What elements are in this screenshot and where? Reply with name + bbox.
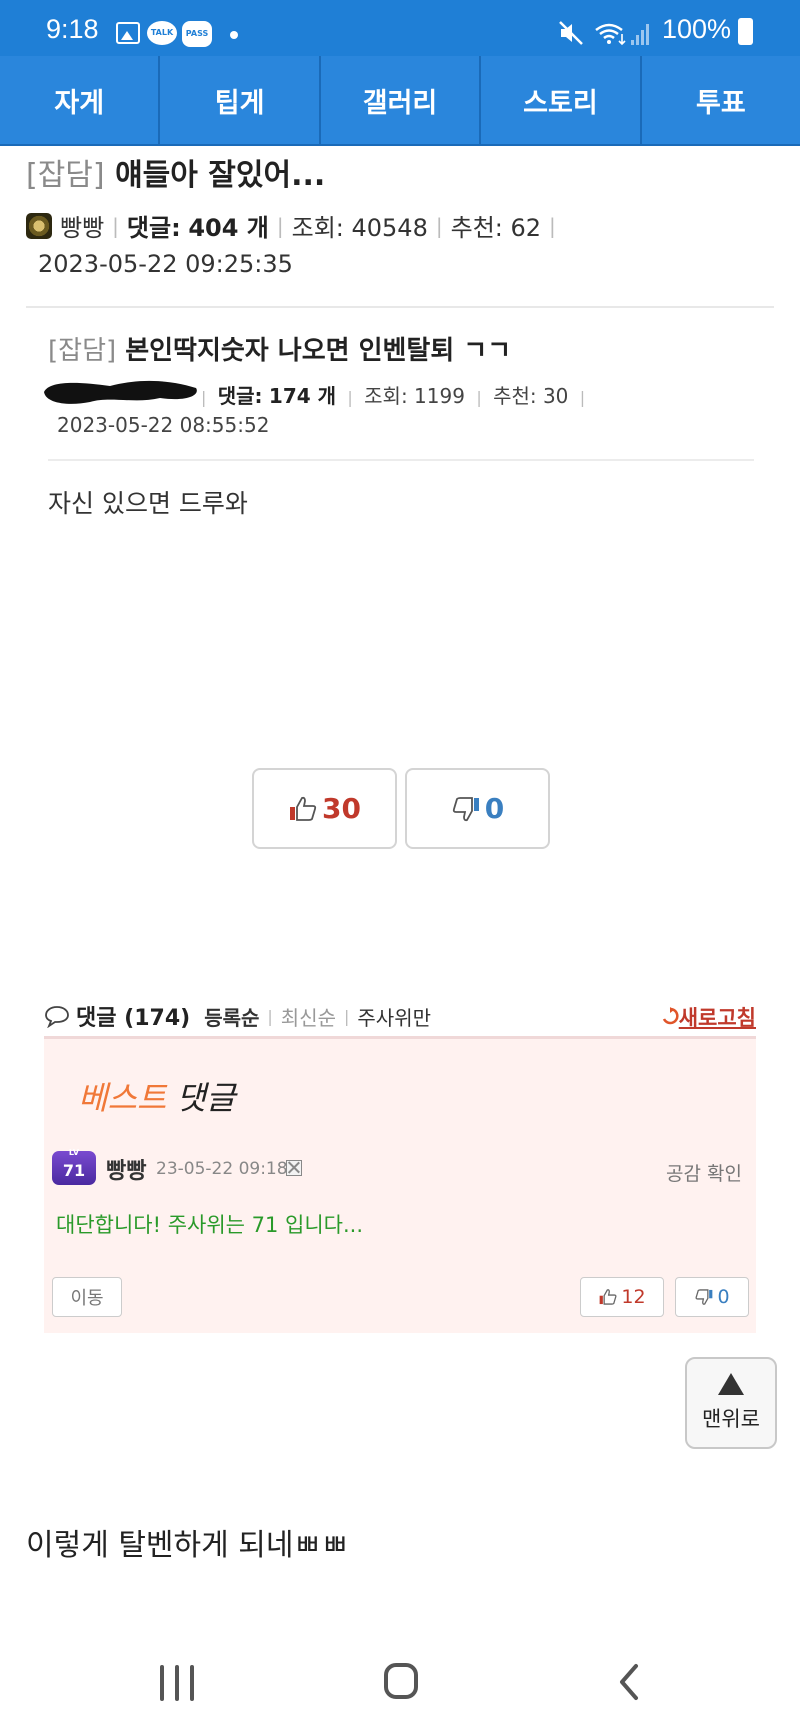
post-category: [잡담] — [26, 158, 105, 193]
comment-time: 23-05-22 09:18 — [156, 1159, 288, 1179]
wifi-icon — [595, 23, 626, 46]
thumbs-down-icon — [452, 796, 479, 821]
more-notifications-dot-icon — [230, 31, 238, 39]
best-comment-label: 베스트 댓글 — [78, 1073, 235, 1119]
thumbs-down-icon — [695, 1289, 713, 1305]
best-label-text: 댓글 — [176, 1079, 236, 1117]
battery-level: 100% — [662, 14, 732, 44]
quoted-post-title: [잡담] 본인딱지숫자 나오면 인벤탈퇴 ㄱㄱ — [48, 330, 511, 367]
post-recommend: 추천: 62 — [450, 214, 542, 242]
board-nav: 자게 팁게 갤러리 스토리 투표 — [0, 56, 800, 146]
status-bar: 9:18 TALK PASS 100% — [0, 0, 800, 56]
status-time: 9:18 — [46, 14, 99, 44]
quoted-post-body: 자신 있으면 드루와 — [48, 489, 248, 518]
redacted-author-scribble — [44, 380, 197, 404]
upvote-button[interactable]: 30 — [252, 768, 397, 849]
post-comments-label: 댓글: — [126, 214, 181, 242]
comment-upvote-count: 12 — [621, 1286, 646, 1308]
post-views: 조회: 40548 — [291, 214, 428, 242]
quoted-comments-label: 댓글: — [217, 384, 263, 408]
quoted-post-title-text: 본인딱지숫자 나오면 인벤탈퇴 ㄱㄱ — [125, 336, 512, 366]
post-title-text: 얘들아 잘있어... — [115, 158, 326, 193]
back-to-top-label: 맨위로 — [702, 1407, 760, 1431]
move-to-comment-button[interactable]: 이동 — [52, 1277, 122, 1317]
post-author[interactable]: 빵빵 — [60, 208, 104, 243]
post-meta: 빵빵 | 댓글: 404 개 | 조회: 40548 | 추천: 62 | — [26, 208, 564, 243]
caption-text: 이렇게 탈벤하게 되네ㅃㅃ — [26, 1528, 349, 1563]
arrow-up-icon — [718, 1373, 744, 1395]
post-title: [잡담] 얘들아 잘있어... — [26, 150, 325, 194]
best-comment-box: 베스트 댓글 71 빵빵 23-05-22 09:18 공감 확인 대단합니다!… — [44, 1039, 756, 1333]
comment-downvote-count: 0 — [717, 1286, 730, 1308]
mute-icon — [559, 21, 583, 45]
battery-icon — [738, 18, 753, 45]
comments-count: (174) — [124, 1006, 191, 1031]
tab-vote[interactable]: 투표 — [642, 56, 800, 144]
quoted-views: 조회: 1199 — [364, 384, 465, 408]
report-x-icon[interactable] — [286, 1160, 302, 1176]
quoted-post-date: 2023-05-22 08:55:52 — [57, 413, 270, 437]
quoted-recommend: 추천: 30 — [493, 384, 569, 408]
best-label-highlight: 베스트 — [78, 1079, 167, 1117]
home-icon[interactable] — [384, 1663, 418, 1699]
tab-free-board[interactable]: 자게 — [0, 56, 161, 144]
tab-gallery[interactable]: 갤러리 — [321, 56, 482, 144]
divider — [26, 306, 774, 308]
comment-author[interactable]: 빵빵 — [106, 1153, 146, 1185]
downvote-count: 0 — [484, 792, 505, 825]
upvote-count: 30 — [322, 792, 361, 825]
post-comments-count: 404 개 — [188, 214, 269, 242]
comments-title: 댓글 (174) — [76, 1000, 190, 1032]
refresh-icon — [662, 1007, 679, 1025]
divider — [48, 459, 754, 461]
quoted-comments-count: 174 개 — [268, 384, 337, 408]
refresh-button[interactable]: 새로고침 — [661, 1002, 756, 1032]
post-date: 2023-05-22 09:25:35 — [38, 250, 293, 278]
refresh-label: 새로고침 — [678, 1006, 756, 1030]
downvote-button[interactable]: 0 — [405, 768, 550, 849]
thumbs-up-icon — [600, 1289, 617, 1305]
sort-by-latest[interactable]: 최신순 — [281, 1002, 336, 1031]
comment-upvote-button[interactable]: 12 — [580, 1277, 664, 1317]
back-icon[interactable] — [610, 1662, 650, 1702]
recent-apps-icon[interactable] — [160, 1665, 194, 1701]
tab-tip-board[interactable]: 팁게 — [160, 56, 321, 144]
speech-bubble-icon — [45, 1006, 69, 1028]
signal-icon — [631, 24, 649, 45]
tab-story[interactable]: 스토리 — [481, 56, 642, 144]
quoted-post-meta: | 댓글: 174 개 | 조회: 1199 | 추천: 30 | — [201, 384, 586, 408]
pass-notification-icon: PASS — [182, 21, 212, 47]
comment-downvote-button[interactable]: 0 — [675, 1277, 749, 1317]
back-to-top-button[interactable]: 맨위로 — [685, 1357, 777, 1449]
comment-text: 대단합니다! 주사위는 71 입니다... — [56, 1213, 364, 1237]
thumbs-up-icon — [290, 796, 317, 821]
comments-header: 댓글 (174) 등록순 | 최신순 | 주사위만 새로고침 — [44, 996, 756, 1036]
empathy-check-link[interactable]: 공감 확인 — [666, 1159, 742, 1186]
author-avatar — [26, 212, 52, 239]
level-badge: 71 — [52, 1147, 96, 1185]
sort-dice-only[interactable]: 주사위만 — [357, 1002, 431, 1031]
kakaotalk-notification-icon: TALK — [147, 21, 177, 45]
gallery-notification-icon — [116, 22, 140, 44]
quoted-post-category: [잡담] — [48, 336, 117, 366]
system-navigation-bar — [0, 1640, 800, 1733]
sort-by-registration[interactable]: 등록순 — [204, 1002, 259, 1031]
comments-title-text: 댓글 — [76, 1006, 117, 1031]
